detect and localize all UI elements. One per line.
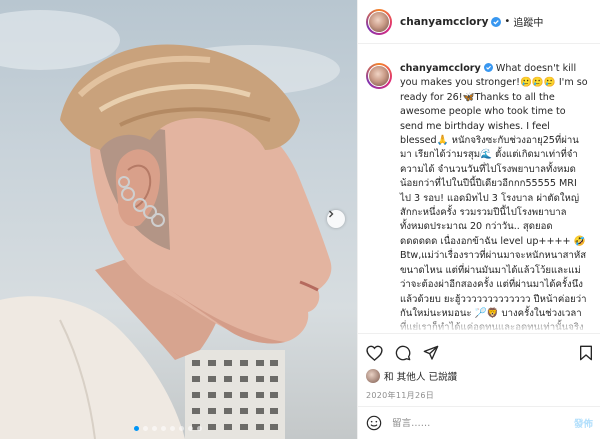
post-comment-button[interactable]: 發佈 xyxy=(574,416,593,430)
caption-avatar[interactable] xyxy=(366,63,392,89)
comment-icon[interactable] xyxy=(395,345,411,361)
carousel-dot xyxy=(197,426,202,431)
share-icon[interactable] xyxy=(423,345,439,361)
next-photo-button[interactable] xyxy=(327,210,345,228)
carousel-dot xyxy=(161,426,166,431)
comment-input[interactable] xyxy=(392,417,574,429)
post-date[interactable]: 2020年11月26日 xyxy=(366,390,593,401)
bookmark-icon[interactable] xyxy=(579,345,593,361)
avatar[interactable] xyxy=(366,8,392,35)
action-bar: 和 其他人 已說讚 2020年11月26日 xyxy=(358,333,600,401)
post-side-panel: chanyamcclory • 追蹤中 chanyamcclory What d… xyxy=(357,0,600,439)
carousel-dots xyxy=(134,426,202,431)
caption-area: chanyamcclory What doesn't kill you make… xyxy=(358,52,600,332)
liker-avatar xyxy=(366,369,380,383)
carousel-dot xyxy=(170,426,175,431)
photo-illustration xyxy=(0,10,340,439)
caption-fade xyxy=(358,318,600,332)
chevron-right-icon xyxy=(329,210,334,218)
verified-badge-icon xyxy=(491,16,502,27)
caption-body: What doesn't kill you makes you stronger… xyxy=(400,63,588,332)
likes-row[interactable]: 和 其他人 已說讚 xyxy=(366,369,593,383)
follow-status-button[interactable]: 追蹤中 xyxy=(513,14,543,29)
likes-text: 和 其他人 已說讚 xyxy=(384,372,458,383)
emoji-icon[interactable] xyxy=(366,415,382,431)
caption-username[interactable]: chanyamcclory xyxy=(400,63,481,74)
username-link[interactable]: chanyamcclory xyxy=(400,16,488,28)
carousel-dot xyxy=(152,426,157,431)
verified-badge-icon xyxy=(483,63,493,72)
caption-text: chanyamcclory What doesn't kill you make… xyxy=(400,62,588,332)
heart-icon[interactable] xyxy=(366,345,383,361)
comment-box: 發佈 xyxy=(358,406,600,439)
carousel-dot xyxy=(134,426,139,431)
carousel-dot xyxy=(188,426,193,431)
carousel-dot xyxy=(179,426,184,431)
post-header: chanyamcclory • 追蹤中 xyxy=(358,0,600,44)
carousel-dot xyxy=(143,426,148,431)
post-photo[interactable] xyxy=(0,0,357,439)
separator-dot: • xyxy=(504,16,511,27)
